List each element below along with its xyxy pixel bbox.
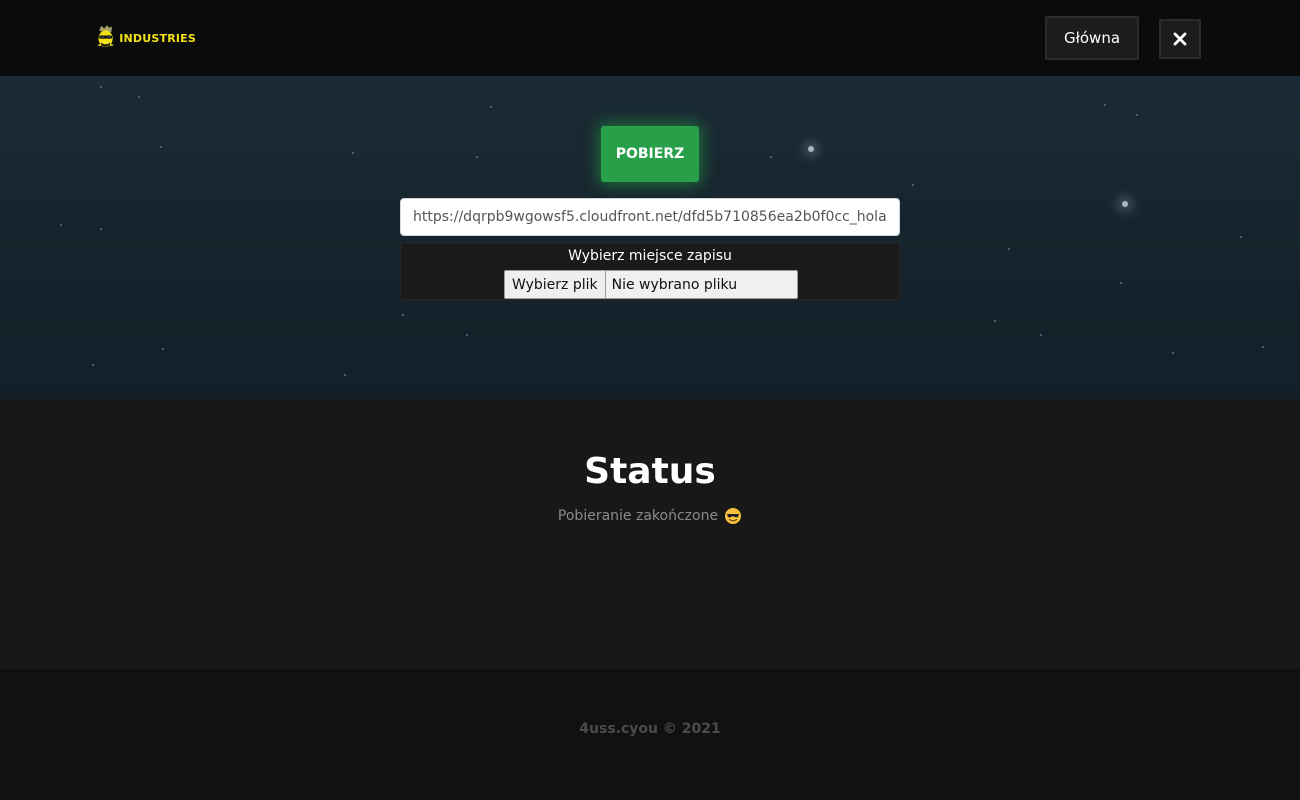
background-star [352, 152, 354, 154]
background-star [476, 156, 478, 158]
close-button[interactable] [1159, 19, 1201, 59]
home-button[interactable]: Główna [1045, 16, 1139, 60]
background-star [162, 348, 164, 350]
url-input[interactable] [400, 198, 900, 236]
background-star [490, 106, 492, 108]
navbar: INDUSTRIES Główna [0, 0, 1300, 76]
download-button[interactable]: POBIERZ [601, 126, 699, 182]
background-star [92, 364, 94, 366]
background-star [994, 320, 996, 322]
background-glow-star [808, 146, 814, 152]
logo-text: INDUSTRIES [119, 31, 196, 45]
background-star [100, 86, 102, 88]
sunglasses-emoji-icon [725, 508, 742, 524]
download-hero: POBIERZ Wybierz miejsce zapisu Wybierz p… [0, 76, 1300, 399]
background-star [1120, 282, 1122, 284]
background-star [1040, 334, 1042, 336]
background-star [912, 184, 914, 186]
close-icon [1173, 32, 1187, 46]
choose-file-button[interactable]: Wybierz plik [505, 271, 606, 298]
background-star [1262, 346, 1264, 348]
background-glow-star [1122, 201, 1128, 207]
background-star [402, 314, 404, 316]
background-star [138, 96, 140, 98]
background-star [770, 156, 772, 158]
status-message-text: Pobieranie zakończone [557, 508, 719, 524]
background-star [1136, 114, 1138, 116]
mascot-logo-icon [97, 25, 114, 47]
background-star [1240, 236, 1242, 238]
footer-copyright: 4uss.cyou © 2021 [579, 721, 721, 737]
status-title: Status [584, 451, 716, 492]
save-location-label: Wybierz miejsce zapisu [568, 248, 732, 264]
save-location-panel: Wybierz miejsce zapisu Wybierz plik Nie … [400, 243, 900, 300]
background-star [100, 228, 102, 230]
background-star [160, 146, 162, 148]
file-status-text: Nie wybrano pliku [611, 276, 738, 293]
background-star [1172, 352, 1174, 354]
status-section: Status Pobieranie zakończone [0, 399, 1300, 669]
brand-logo[interactable]: INDUSTRIES [96, 16, 196, 60]
background-star [1104, 104, 1106, 106]
background-star [60, 224, 62, 226]
footer: 4uss.cyou © 2021 [0, 669, 1300, 800]
status-message: Pobieranie zakończone [0, 507, 1300, 525]
background-star [344, 374, 346, 376]
file-picker[interactable]: Wybierz plik Nie wybrano pliku [504, 270, 798, 299]
background-star [1008, 248, 1010, 250]
background-star [466, 334, 468, 336]
